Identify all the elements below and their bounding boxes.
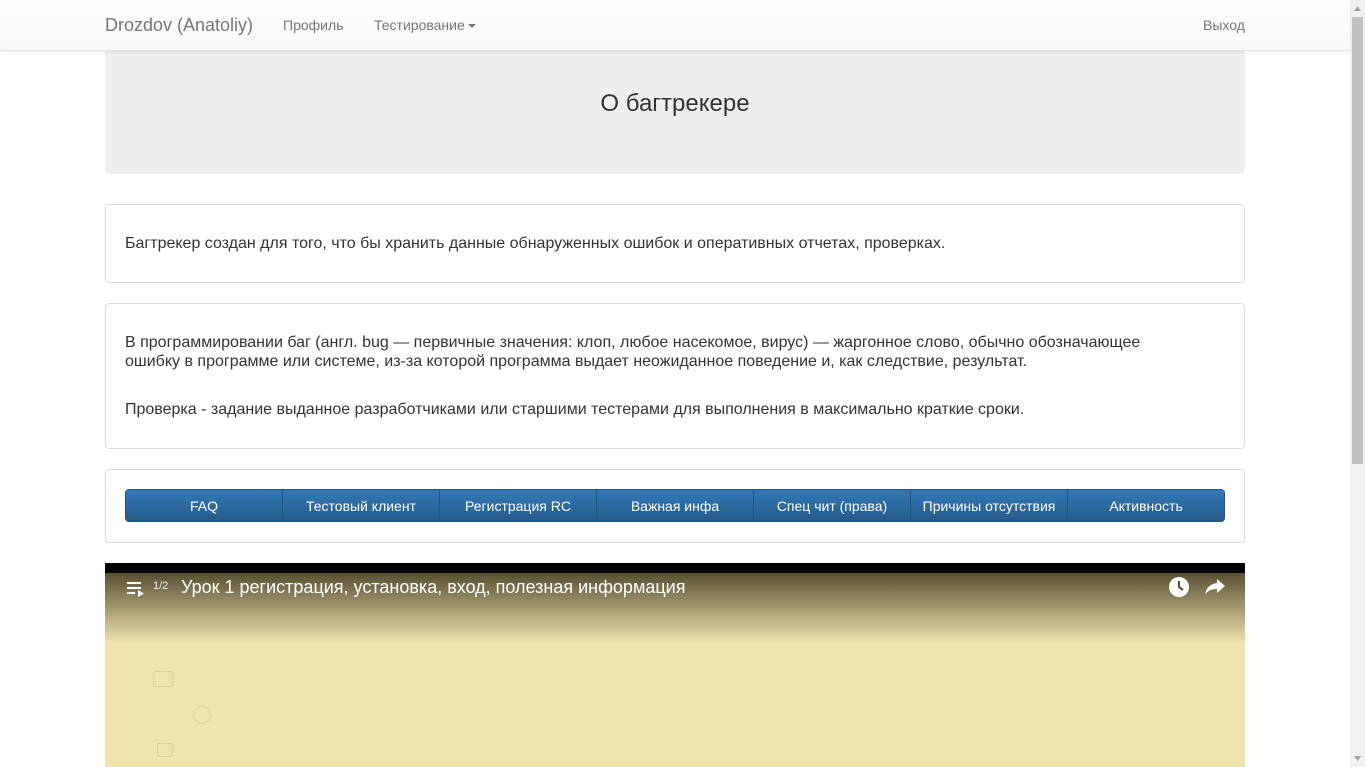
video-player[interactable]: 1/2 Урок 1 регистрация, установка, вход,… (105, 563, 1245, 767)
playlist-counter: 1/2 (153, 580, 169, 592)
activity-button[interactable]: Активность (1068, 489, 1225, 522)
navbar: Drozdov (Anatoliy) Профиль Тестирование … (0, 0, 1350, 51)
video-frame-detail (153, 671, 173, 687)
video-frame-detail (157, 743, 173, 757)
faq-button[interactable]: FAQ (125, 489, 283, 522)
share-icon[interactable] (1204, 577, 1226, 597)
scroll-down-arrow-icon[interactable] (1350, 750, 1365, 767)
logout-link[interactable]: Выход (1203, 17, 1245, 33)
video-top-edge (105, 563, 1245, 573)
nav-button-group: FAQ Тестовый клиент Регистрация RC Важна… (125, 489, 1225, 522)
page-title: О багтрекере (600, 90, 750, 117)
nav-testing-dropdown[interactable]: Тестирование (374, 17, 476, 33)
playlist-icon[interactable] (126, 580, 146, 598)
video-frame-detail (193, 706, 211, 724)
brand-link[interactable]: Drozdov (Anatoliy) (105, 15, 253, 36)
scroll-up-arrow-icon[interactable] (1350, 0, 1365, 17)
intro-panel: Багтрекер создан для того, что бы хранит… (105, 204, 1245, 283)
absence-reasons-button[interactable]: Причины отсутствия (911, 489, 1068, 522)
test-client-button[interactable]: Тестовый клиент (283, 489, 440, 522)
jumbotron: О багтрекере (105, 50, 1245, 174)
scrollbar-thumb[interactable] (1352, 17, 1363, 464)
video-title[interactable]: Урок 1 регистрация, установка, вход, пол… (181, 577, 685, 598)
clock-icon[interactable] (1168, 576, 1190, 598)
important-info-button[interactable]: Важная инфа (597, 489, 754, 522)
page-scrollbar[interactable] (1350, 0, 1365, 767)
caret-down-icon (467, 24, 476, 29)
nav-profile-link[interactable]: Профиль (283, 17, 343, 33)
registration-rc-button[interactable]: Регистрация RC (440, 489, 597, 522)
check-definition: Проверка - задание выданное разработчика… (125, 401, 1025, 418)
special-cheat-button[interactable]: Спец чит (права) (754, 489, 911, 522)
nav-testing-label: Тестирование (374, 17, 465, 33)
buttons-panel: FAQ Тестовый клиент Регистрация RC Важна… (105, 469, 1245, 543)
bug-definition: В программировании баг (англ. bug — перв… (125, 334, 1141, 370)
definitions-panel: В программировании баг (англ. bug — перв… (105, 303, 1245, 449)
intro-text: Багтрекер создан для того, что бы хранит… (125, 235, 946, 252)
